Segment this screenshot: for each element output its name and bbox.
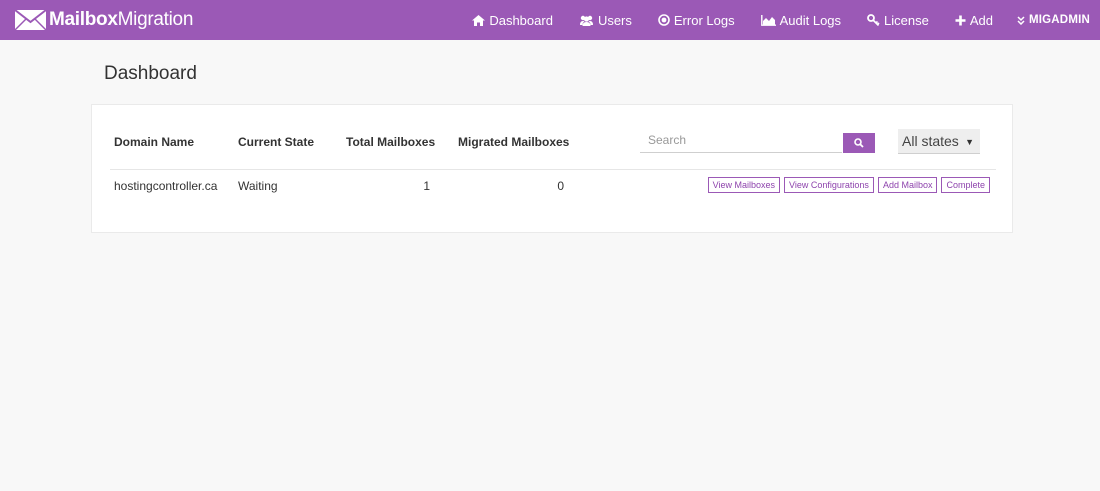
nav-users[interactable]: Users [579,13,632,28]
complete-button[interactable]: Complete [941,177,990,193]
nav-add[interactable]: Add [955,13,993,28]
brand-name: MailboxMigration [49,9,194,30]
nav-dashboard-label: Dashboard [489,12,553,28]
caret-down-icon: ▼ [965,137,974,147]
column-header-migrated: Migrated Mailboxes [458,135,570,149]
add-mailbox-button[interactable]: Add Mailbox [877,177,938,193]
nav-user-label: MIGADMIN [1028,14,1090,26]
domains-card: Domain Name Current State Total Mailboxe… [91,104,1013,233]
nav-user-menu[interactable]: MIGADMIN [1017,14,1090,26]
top-navbar: MailboxMigration Dashboard Users Error L… [0,0,1100,40]
state-filter-select[interactable]: All states ▼ [898,129,980,154]
nav-add-label: Add [969,12,993,28]
nav-error-logs[interactable]: Error Logs [658,13,735,28]
nav-users-label: Users [597,12,632,28]
double-chevron-down-icon [1017,15,1025,25]
key-icon [867,14,880,26]
home-icon [472,14,486,26]
nav-error-logs-label: Error Logs [673,12,735,28]
column-header-domain: Domain Name [114,135,195,149]
main-nav: Dashboard Users Error Logs Audit Logs Li… [446,0,1090,40]
search-button[interactable] [843,133,875,153]
envelope-icon [14,9,47,31]
table-divider [110,169,996,170]
cell-total: 1 [423,179,430,193]
cell-state: Waiting [238,179,278,193]
nav-dashboard[interactable]: Dashboard [472,13,553,28]
search-input[interactable] [640,128,842,153]
area-chart-icon [760,14,776,26]
nav-audit-logs-label: Audit Logs [779,12,842,28]
cell-migrated: 0 [557,179,564,193]
column-header-total: Total Mailboxes [346,135,436,149]
column-header-state: Current State [238,135,315,149]
users-icon [579,15,593,26]
plus-icon [955,15,966,25]
nav-audit-logs[interactable]: Audit Logs [760,12,842,28]
row-actions: View Mailboxes View Configurations Add M… [707,177,990,193]
nav-license-label: License [884,12,929,28]
cell-domain: hostingcontroller.ca [114,179,218,193]
brand-logo[interactable]: MailboxMigration [14,7,193,33]
error-circle-icon [658,14,670,26]
state-filter-value: All states [902,133,959,149]
view-configurations-button[interactable]: View Configurations [784,177,874,193]
nav-license[interactable]: License [867,13,929,28]
page-title: Dashboard [104,63,197,84]
view-mailboxes-button[interactable]: View Mailboxes [707,177,781,193]
search-icon [854,138,864,148]
